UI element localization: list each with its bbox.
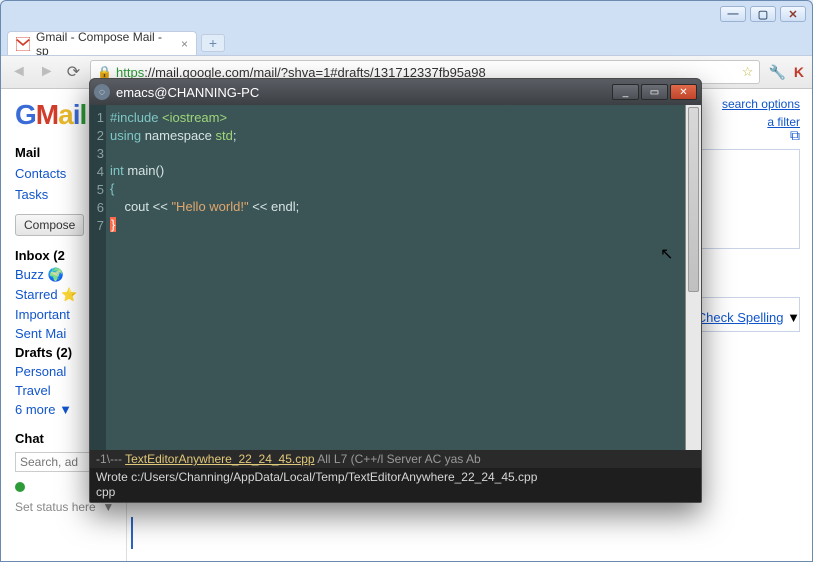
emacs-modeline: -1\--- TextEditorAnywhere_22_24_45.cpp A… xyxy=(90,450,701,468)
compose-button[interactable]: Compose xyxy=(15,214,84,236)
window-close-button[interactable]: ✕ xyxy=(780,6,806,22)
window-maximize-button[interactable]: ▢ xyxy=(750,6,776,22)
emacs-body: 1 2 3 4 5 6 7 #include <iostream> using … xyxy=(90,105,701,450)
window-minimize-button[interactable]: — xyxy=(720,6,746,22)
chevron-down-icon[interactable]: ▼ xyxy=(787,310,800,325)
kaspersky-icon[interactable]: K xyxy=(794,64,804,80)
line-gutter: 1 2 3 4 5 6 7 xyxy=(90,105,106,450)
lock-icon: 🔒 xyxy=(97,65,112,79)
window-titlebar[interactable]: — ▢ ✕ xyxy=(1,1,812,27)
emacs-app-icon: ◌ xyxy=(94,84,110,100)
right-links: search options a filter xyxy=(722,95,800,131)
gmail-favicon-icon xyxy=(16,37,30,51)
wrench-icon[interactable]: 🔧 xyxy=(768,64,785,81)
emacs-window[interactable]: ◌ emacs@CHANNING-PC _ ▭ ✕ 1 2 3 4 5 6 7 … xyxy=(89,78,702,503)
tab-title: Gmail - Compose Mail - sp xyxy=(36,30,175,58)
emacs-title-text: emacs@CHANNING-PC xyxy=(116,85,259,100)
scrollbar-thumb[interactable] xyxy=(688,107,699,292)
forward-icon[interactable]: ► xyxy=(37,63,57,81)
emacs-close-button[interactable]: ✕ xyxy=(670,84,697,100)
emacs-minibuffer[interactable]: Wrote c:/Users/Channing/AppData/Local/Te… xyxy=(90,468,701,502)
check-spelling-link[interactable]: Check Spelling xyxy=(697,310,784,325)
popout-icon[interactable]: ⧉ xyxy=(790,127,800,144)
emacs-minimize-button[interactable]: _ xyxy=(612,84,639,100)
tab-strip: Gmail - Compose Mail - sp × + xyxy=(7,27,812,55)
search-options-link[interactable]: search options xyxy=(722,97,800,111)
browser-tab[interactable]: Gmail - Compose Mail - sp × xyxy=(7,31,197,55)
code-editor[interactable]: #include <iostream> using namespace std;… xyxy=(106,105,685,450)
emacs-titlebar[interactable]: ◌ emacs@CHANNING-PC _ ▭ ✕ xyxy=(90,79,701,105)
new-tab-button[interactable]: + xyxy=(201,34,225,52)
separator xyxy=(131,517,176,549)
reload-icon[interactable]: ⟳ xyxy=(65,62,82,82)
status-dot-icon[interactable] xyxy=(15,482,25,492)
back-icon[interactable]: ◄ xyxy=(9,63,29,81)
editor-scrollbar[interactable] xyxy=(685,105,701,450)
bookmark-star-icon[interactable]: ☆ xyxy=(742,64,754,80)
modeline-filename: TextEditorAnywhere_22_24_45.cpp xyxy=(125,452,314,466)
tab-close-icon[interactable]: × xyxy=(181,37,188,51)
emacs-maximize-button[interactable]: ▭ xyxy=(641,84,668,100)
